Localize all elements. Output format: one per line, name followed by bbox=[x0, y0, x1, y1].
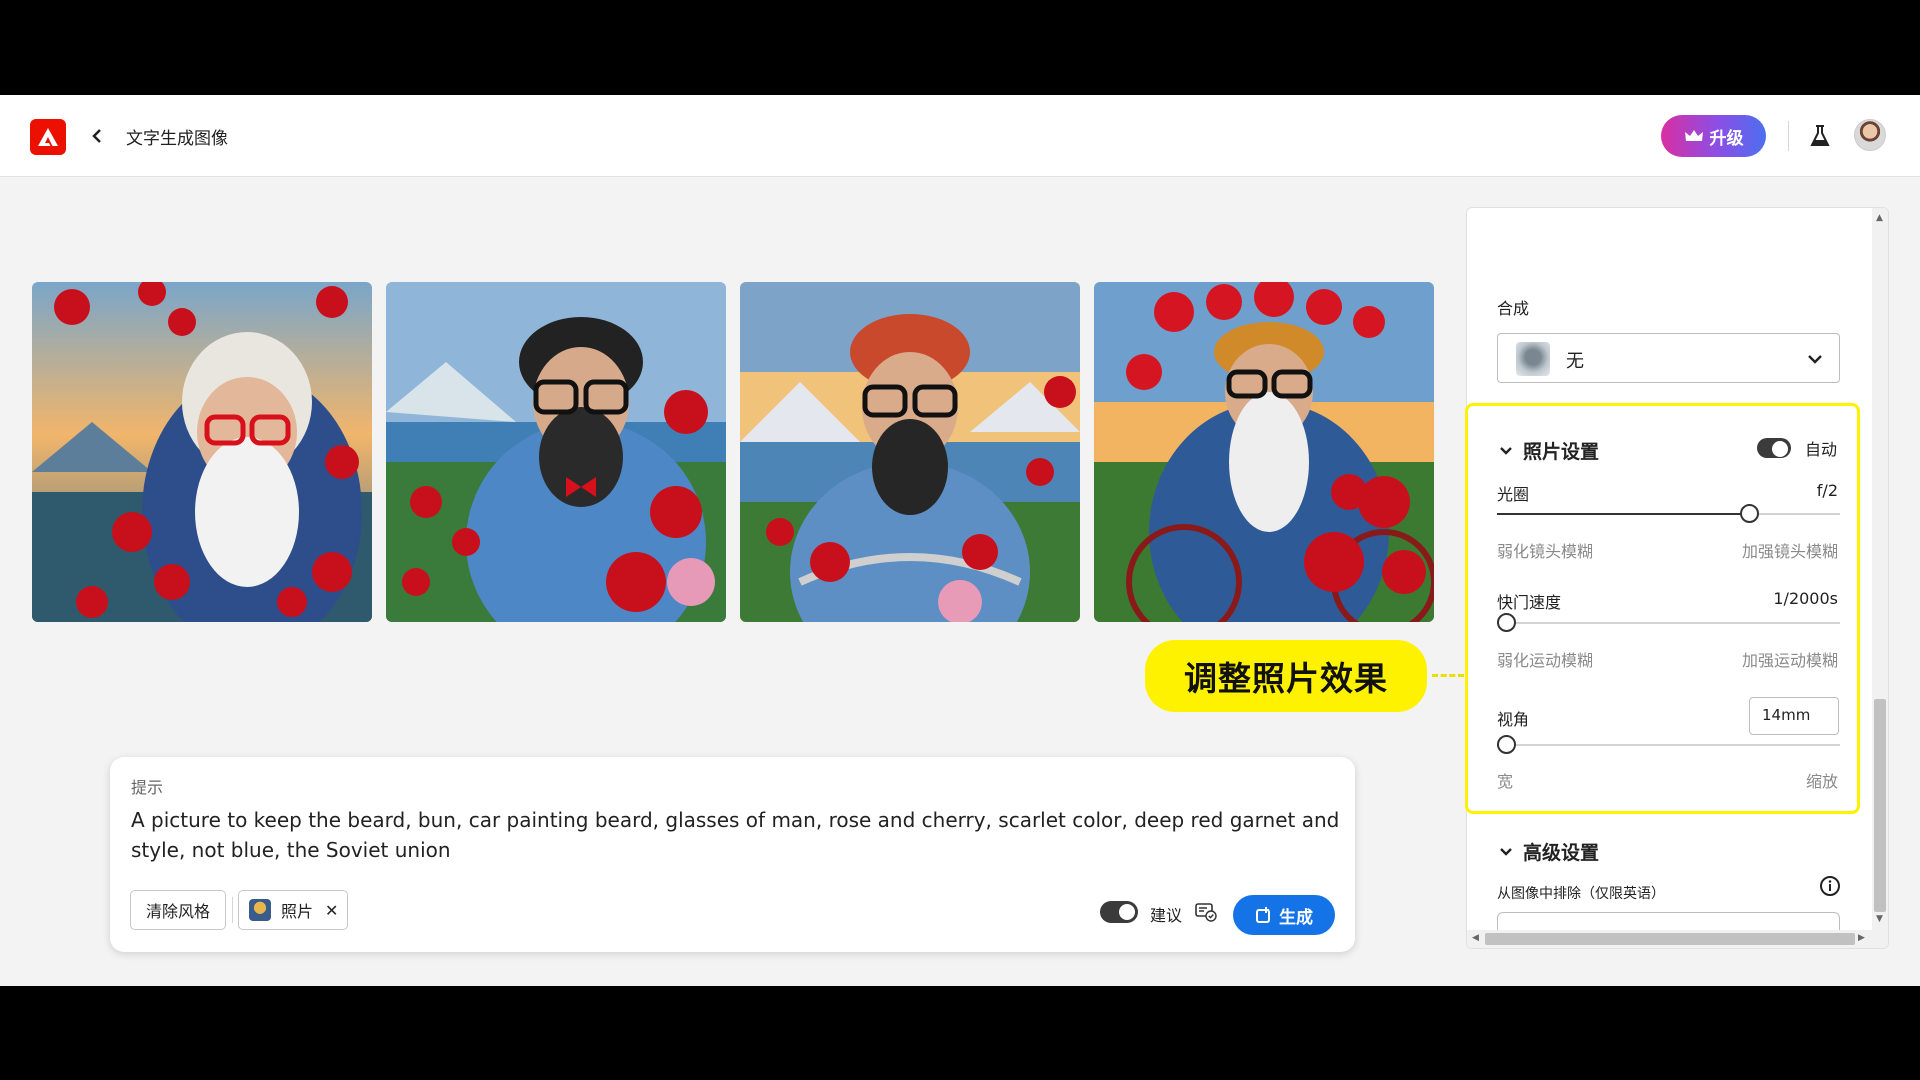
aperture-max-label: 加强镜头模糊 bbox=[1741, 542, 1838, 561]
adobe-logo[interactable] bbox=[30, 119, 66, 155]
shutter-slider[interactable] bbox=[1497, 613, 1840, 632]
suggestion-settings-icon[interactable] bbox=[1195, 902, 1217, 922]
advanced-settings-title: 高级设置 bbox=[1523, 842, 1600, 864]
auto-toggle[interactable] bbox=[1757, 438, 1791, 458]
letterbox-bottom bbox=[0, 986, 1920, 1080]
vertical-scrollbar[interactable]: ▲ ▼ bbox=[1872, 208, 1888, 932]
exclude-label: 从图像中排除（仅限英语） bbox=[1497, 886, 1665, 902]
callout-adjust-photo: 调整照片效果 bbox=[1145, 640, 1427, 712]
scroll-down-icon[interactable]: ▼ bbox=[1876, 914, 1883, 924]
advanced-settings-header[interactable]: 高级设置 bbox=[1499, 838, 1599, 865]
settings-panel: 合成 无 照片设置 自动 光圈 f/2 弱化镜头模糊 加强镜头模糊 快门速度 1… bbox=[1466, 207, 1889, 949]
aperture-min-label: 弱化镜头模糊 bbox=[1497, 542, 1594, 561]
prompt-panel: 提示 A picture to keep the beard, bun, car… bbox=[110, 757, 1355, 952]
photo-settings-header[interactable]: 照片设置 bbox=[1499, 437, 1599, 464]
prompt-input[interactable]: A picture to keep the beard, bun, car pa… bbox=[131, 805, 1341, 865]
header: 文字生成图像 升级 bbox=[0, 95, 1920, 177]
upgrade-button[interactable]: 升级 bbox=[1661, 115, 1766, 157]
composition-thumbnail-icon bbox=[1516, 342, 1550, 376]
horizontal-scroll-thumb[interactable] bbox=[1485, 933, 1855, 945]
chip-separator bbox=[232, 897, 233, 923]
fov-handle[interactable] bbox=[1497, 735, 1516, 754]
composition-label: 合成 bbox=[1497, 299, 1530, 318]
photo-settings-title: 照片设置 bbox=[1523, 441, 1600, 463]
crown-icon bbox=[1684, 130, 1703, 141]
info-icon[interactable] bbox=[1819, 875, 1841, 897]
header-divider bbox=[1788, 121, 1789, 151]
horizontal-scrollbar[interactable]: ◀ ▶ bbox=[1467, 930, 1888, 948]
suggest-toggle[interactable] bbox=[1100, 901, 1138, 923]
shutter-max-label: 加强运动模糊 bbox=[1741, 651, 1838, 670]
shutter-value: 1/2000s bbox=[1773, 589, 1838, 608]
vertical-scroll-thumb[interactable] bbox=[1874, 699, 1886, 912]
shutter-min-label: 弱化运动模糊 bbox=[1497, 651, 1594, 670]
chevron-left-icon bbox=[92, 129, 101, 143]
shutter-handle[interactable] bbox=[1497, 613, 1516, 632]
photo-style-thumbnail-icon bbox=[249, 899, 271, 921]
fov-input[interactable]: 14mm bbox=[1749, 697, 1839, 735]
scroll-right-icon[interactable]: ▶ bbox=[1858, 933, 1865, 943]
letterbox-top bbox=[0, 0, 1920, 95]
composition-value: 无 bbox=[1566, 351, 1584, 372]
aperture-fill bbox=[1497, 513, 1750, 515]
labs-button[interactable] bbox=[1806, 121, 1834, 151]
generated-image-1[interactable] bbox=[32, 282, 372, 622]
clear-style-label: 清除风格 bbox=[145, 902, 210, 921]
flask-icon bbox=[1810, 125, 1830, 146]
style-chip-label: 照片 bbox=[281, 902, 314, 921]
clear-style-button[interactable]: 清除风格 bbox=[130, 890, 226, 930]
aperture-label: 光圈 bbox=[1497, 485, 1530, 504]
generated-image-2[interactable] bbox=[386, 282, 726, 622]
fov-max-label: 缩放 bbox=[1805, 772, 1838, 791]
app-window: 文字生成图像 升级 调整照片效果 提示 A picture to keep th… bbox=[0, 95, 1920, 986]
shutter-label: 快门速度 bbox=[1497, 593, 1562, 612]
chevron-down-icon bbox=[1808, 355, 1822, 364]
scroll-left-icon[interactable]: ◀ bbox=[1472, 933, 1479, 943]
page-title: 文字生成图像 bbox=[126, 129, 228, 149]
chevron-down-icon bbox=[1500, 847, 1512, 856]
fov-label: 视角 bbox=[1497, 710, 1530, 729]
scroll-up-icon[interactable]: ▲ bbox=[1876, 213, 1883, 223]
generated-image-3[interactable] bbox=[740, 282, 1080, 622]
avatar[interactable] bbox=[1854, 119, 1886, 151]
generate-label: 生成 bbox=[1279, 907, 1313, 928]
generate-icon bbox=[1256, 907, 1270, 923]
upgrade-label: 升级 bbox=[1709, 128, 1744, 149]
style-chip-photo[interactable]: 照片 ✕ bbox=[238, 890, 348, 930]
aperture-slider[interactable] bbox=[1497, 504, 1840, 523]
suggest-label: 建议 bbox=[1150, 906, 1183, 925]
aperture-handle[interactable] bbox=[1740, 504, 1759, 523]
fov-min-label: 宽 bbox=[1497, 772, 1514, 791]
prompt-label: 提示 bbox=[131, 778, 164, 797]
generated-image-4[interactable] bbox=[1094, 282, 1434, 622]
auto-label: 自动 bbox=[1805, 440, 1838, 459]
remove-chip-icon[interactable]: ✕ bbox=[325, 901, 338, 920]
callout-connector bbox=[1432, 674, 1464, 677]
chevron-down-icon bbox=[1500, 446, 1512, 455]
aperture-value: f/2 bbox=[1816, 481, 1838, 500]
composition-select[interactable]: 无 bbox=[1497, 333, 1840, 383]
generate-button[interactable]: 生成 bbox=[1233, 895, 1335, 935]
fov-slider[interactable] bbox=[1497, 735, 1840, 754]
back-button[interactable] bbox=[86, 121, 108, 151]
